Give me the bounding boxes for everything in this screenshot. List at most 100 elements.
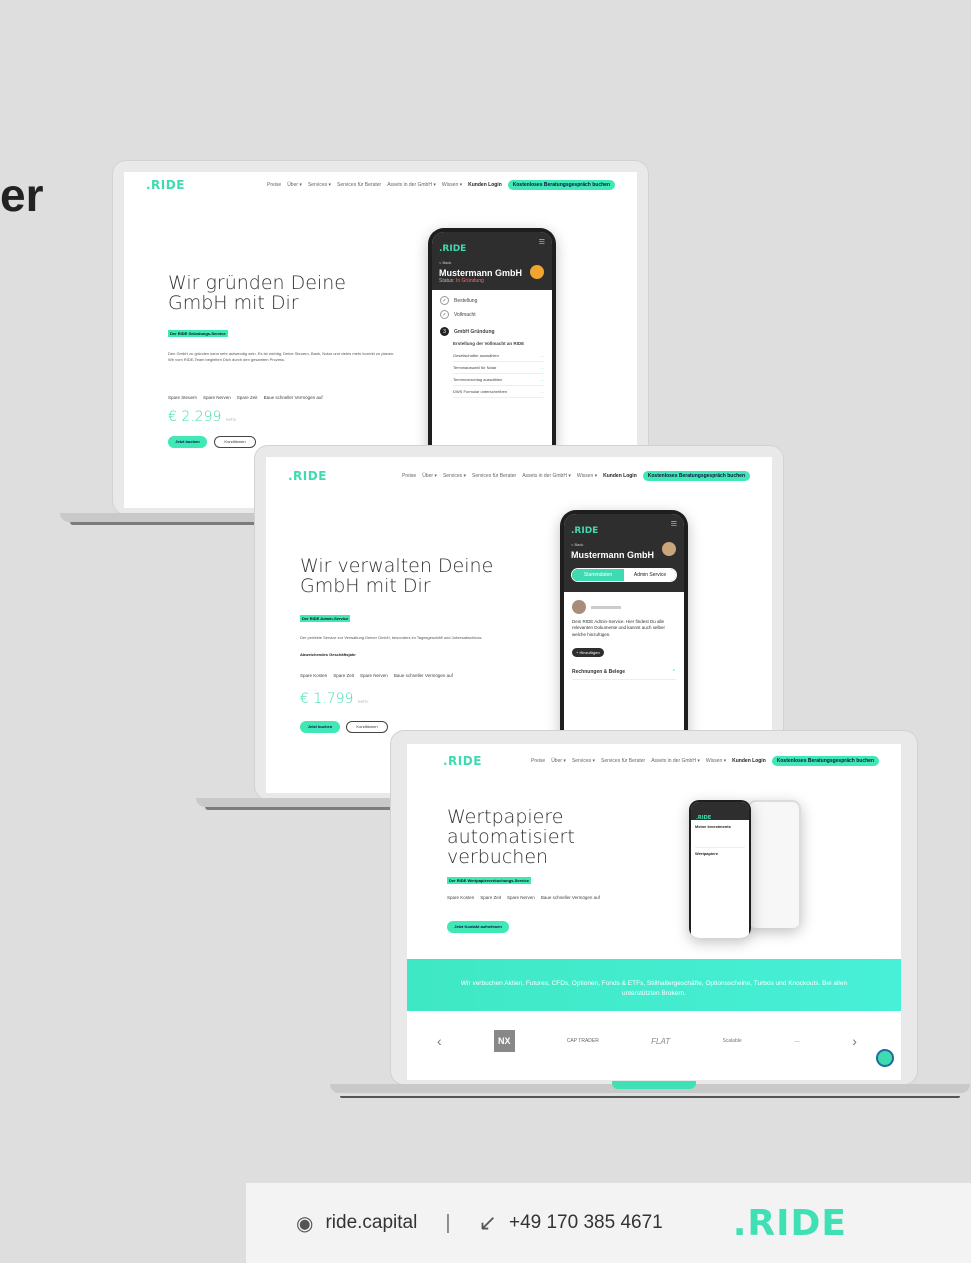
footer-website[interactable]: ◉ ride.capital bbox=[296, 1211, 417, 1236]
book-button[interactable]: Jetzt buchen bbox=[300, 721, 340, 733]
conditions-button[interactable]: Konditionen bbox=[214, 436, 256, 448]
nav-item-advisors[interactable]: Services für Berater bbox=[337, 182, 381, 188]
phone-number[interactable]: +49 170 385 4671 bbox=[509, 1212, 663, 1234]
laptop-securities-screen: .RIDE Preise Über ▾ Services ▾ Services … bbox=[407, 744, 901, 1080]
nav-item-assets[interactable]: Assets in der GmbH ▾ bbox=[651, 758, 700, 764]
price: € 1.799 netto bbox=[300, 691, 368, 707]
conditions-button[interactable]: Konditionen bbox=[346, 721, 388, 733]
feature-list: Spare Steuern Spare Nerven Spare Zeit Ba… bbox=[168, 395, 323, 400]
avatar bbox=[530, 265, 544, 279]
tab-admin-service[interactable]: Admin Service bbox=[624, 569, 676, 581]
back-link[interactable]: < Back bbox=[439, 260, 545, 265]
step-founding: 3 GmbH Gründung bbox=[440, 327, 544, 336]
arrow-right-icon: → bbox=[540, 365, 544, 370]
hero-text: Der perfekte Service zur Verwaltung Dein… bbox=[300, 635, 483, 640]
nav-cta-button[interactable]: Kostenloses Beratungsgespräch buchen bbox=[642, 471, 750, 481]
hero-text: Den GmbH zu gründen kann sehr aufwendig … bbox=[168, 351, 395, 362]
nav-item-services[interactable]: Services ▾ bbox=[443, 473, 466, 479]
feature-item: Baue schneller Vermögen auf bbox=[393, 673, 453, 678]
heading-fragment: er bbox=[0, 169, 44, 221]
chat-icon[interactable] bbox=[876, 1049, 894, 1067]
hero-tag: Der RIDE Admin-Service bbox=[300, 615, 351, 622]
nav-item-knowledge[interactable]: Wissen ▾ bbox=[442, 182, 462, 188]
phone-logo: .RIDE bbox=[571, 526, 599, 536]
nav-item-about[interactable]: Über ▾ bbox=[551, 758, 566, 764]
nav-item-knowledge[interactable]: Wissen ▾ bbox=[577, 473, 597, 479]
book-button[interactable]: Jetzt buchen bbox=[168, 436, 207, 448]
broker-logo: … bbox=[793, 1038, 800, 1044]
nav-item-prices[interactable]: Preise bbox=[402, 473, 416, 479]
task-item[interactable]: Terminauswahl für Notar → bbox=[453, 362, 544, 374]
nav-item-about[interactable]: Über ▾ bbox=[422, 473, 437, 479]
task-item[interactable]: Terminvorschlag auswählen → bbox=[453, 374, 544, 386]
price-suffix: netto bbox=[225, 417, 237, 422]
nav-item-about[interactable]: Über ▾ bbox=[287, 182, 302, 188]
broker-logos: ‹ NX CAP TRADER FLAT Scalable … › bbox=[437, 1024, 857, 1058]
nav-item-knowledge[interactable]: Wissen ▾ bbox=[706, 758, 726, 764]
chevron-left-icon[interactable]: ‹ bbox=[437, 1033, 442, 1049]
globe-icon: ◉ bbox=[296, 1212, 314, 1235]
chevron-right-icon[interactable]: › bbox=[852, 1033, 857, 1049]
phone-mockup: .RIDE Meine Investments Wertpapiere bbox=[689, 800, 751, 938]
nav-login-link[interactable]: Kunden Login bbox=[732, 758, 766, 764]
task-item[interactable]: DWS Formular unterschreiben → bbox=[453, 386, 544, 398]
menu-icon[interactable]: ≡ bbox=[671, 519, 677, 530]
chevron-up-icon[interactable]: ⌃ bbox=[672, 669, 676, 676]
investments-title: Meine Investments bbox=[695, 824, 731, 829]
feature-item: Spare Kosten bbox=[300, 673, 328, 678]
price: € 2.299 netto bbox=[168, 409, 236, 425]
add-document-button[interactable]: + Hinzufügen bbox=[572, 647, 604, 658]
phone-mockup-back bbox=[747, 800, 801, 928]
section-securities[interactable]: Wertpapiere bbox=[695, 847, 745, 856]
nav-login-link[interactable]: Kunden Login bbox=[468, 182, 502, 188]
status-line: Status: In Gründung bbox=[439, 278, 484, 284]
nav-item-advisors[interactable]: Services für Berater bbox=[472, 473, 516, 479]
hero-text-bold: Abweichendes Geschäftsjahr bbox=[300, 652, 356, 657]
nav-item-services[interactable]: Services ▾ bbox=[308, 182, 331, 188]
ride-logo[interactable]: .RIDE bbox=[146, 178, 185, 192]
view-toggle: Stammdaten Admin Service bbox=[571, 568, 677, 582]
feature-item: Spare Nerven bbox=[507, 895, 535, 900]
nav-cta-button[interactable]: Kostenloses Beratungsgespräch buchen bbox=[771, 756, 879, 766]
tab-master-data[interactable]: Stammdaten bbox=[572, 569, 624, 581]
hero-title: Wir gründen Deine GmbH mit Dir bbox=[168, 272, 346, 314]
price-value: € 2.299 bbox=[168, 409, 222, 425]
arrow-right-icon: → bbox=[540, 377, 544, 382]
hero-title: Wertpapiere automatisiert verbuchen bbox=[447, 806, 575, 868]
nav-bar: .RIDE Preise Über ▾ Services ▾ Services … bbox=[266, 463, 772, 489]
nav-login-link[interactable]: Kunden Login bbox=[603, 473, 637, 479]
ride-logo[interactable]: .RIDE bbox=[443, 754, 482, 768]
arrow-right-icon: → bbox=[540, 389, 544, 394]
contact-button[interactable]: Jetzt Kontakt aufnehmen bbox=[447, 921, 509, 933]
task-item[interactable]: Gesellschafter auswählen → bbox=[453, 350, 544, 362]
back-link[interactable]: < Back bbox=[571, 542, 677, 547]
nav-cta-button[interactable]: Kostenloses Beratungsgespräch buchen bbox=[507, 180, 615, 190]
website-text[interactable]: ride.capital bbox=[325, 1212, 417, 1234]
section-invoices[interactable]: Rechnungen & Belege bbox=[572, 669, 625, 676]
feature-item: Spare Zeit bbox=[333, 673, 355, 678]
ride-logo[interactable]: .RIDE bbox=[288, 469, 327, 483]
broker-logo: FLAT bbox=[651, 1036, 671, 1046]
menu-icon[interactable]: ≡ bbox=[539, 237, 545, 248]
broker-logo: CAP TRADER bbox=[566, 1038, 599, 1044]
advisor-avatar bbox=[572, 600, 586, 614]
feature-list: Spare Kosten Spare Zeit Spare Nerven Bau… bbox=[300, 673, 453, 678]
arrow-right-icon: → bbox=[540, 353, 544, 358]
price-suffix: netto bbox=[357, 699, 369, 704]
admin-message: Dein RIDE Admin-Service. Hier findest Du… bbox=[572, 619, 666, 637]
footer-logo: .RIDE bbox=[732, 1202, 847, 1244]
price-value: € 1.799 bbox=[300, 691, 354, 707]
feature-item: Spare Kosten bbox=[447, 895, 475, 900]
footer-phone[interactable]: ↙ +49 170 385 4671 bbox=[479, 1210, 663, 1236]
feature-item: Baue schneller Vermögen auf bbox=[263, 395, 323, 400]
nav-item-assets[interactable]: Assets in der GmbH ▾ bbox=[387, 182, 436, 188]
broker-logo: Scalable bbox=[722, 1038, 742, 1044]
nav-item-prices[interactable]: Preise bbox=[531, 758, 545, 764]
nav-item-services[interactable]: Services ▾ bbox=[572, 758, 595, 764]
feature-item: Spare Nerven bbox=[360, 673, 388, 678]
hero-tag: Der RIDE Gründungs-Service bbox=[168, 330, 228, 337]
nav-item-assets[interactable]: Assets in der GmbH ▾ bbox=[522, 473, 571, 479]
nav-item-prices[interactable]: Preise bbox=[267, 182, 281, 188]
feature-item: Spare Zeit bbox=[480, 895, 502, 900]
nav-item-advisors[interactable]: Services für Berater bbox=[601, 758, 645, 764]
